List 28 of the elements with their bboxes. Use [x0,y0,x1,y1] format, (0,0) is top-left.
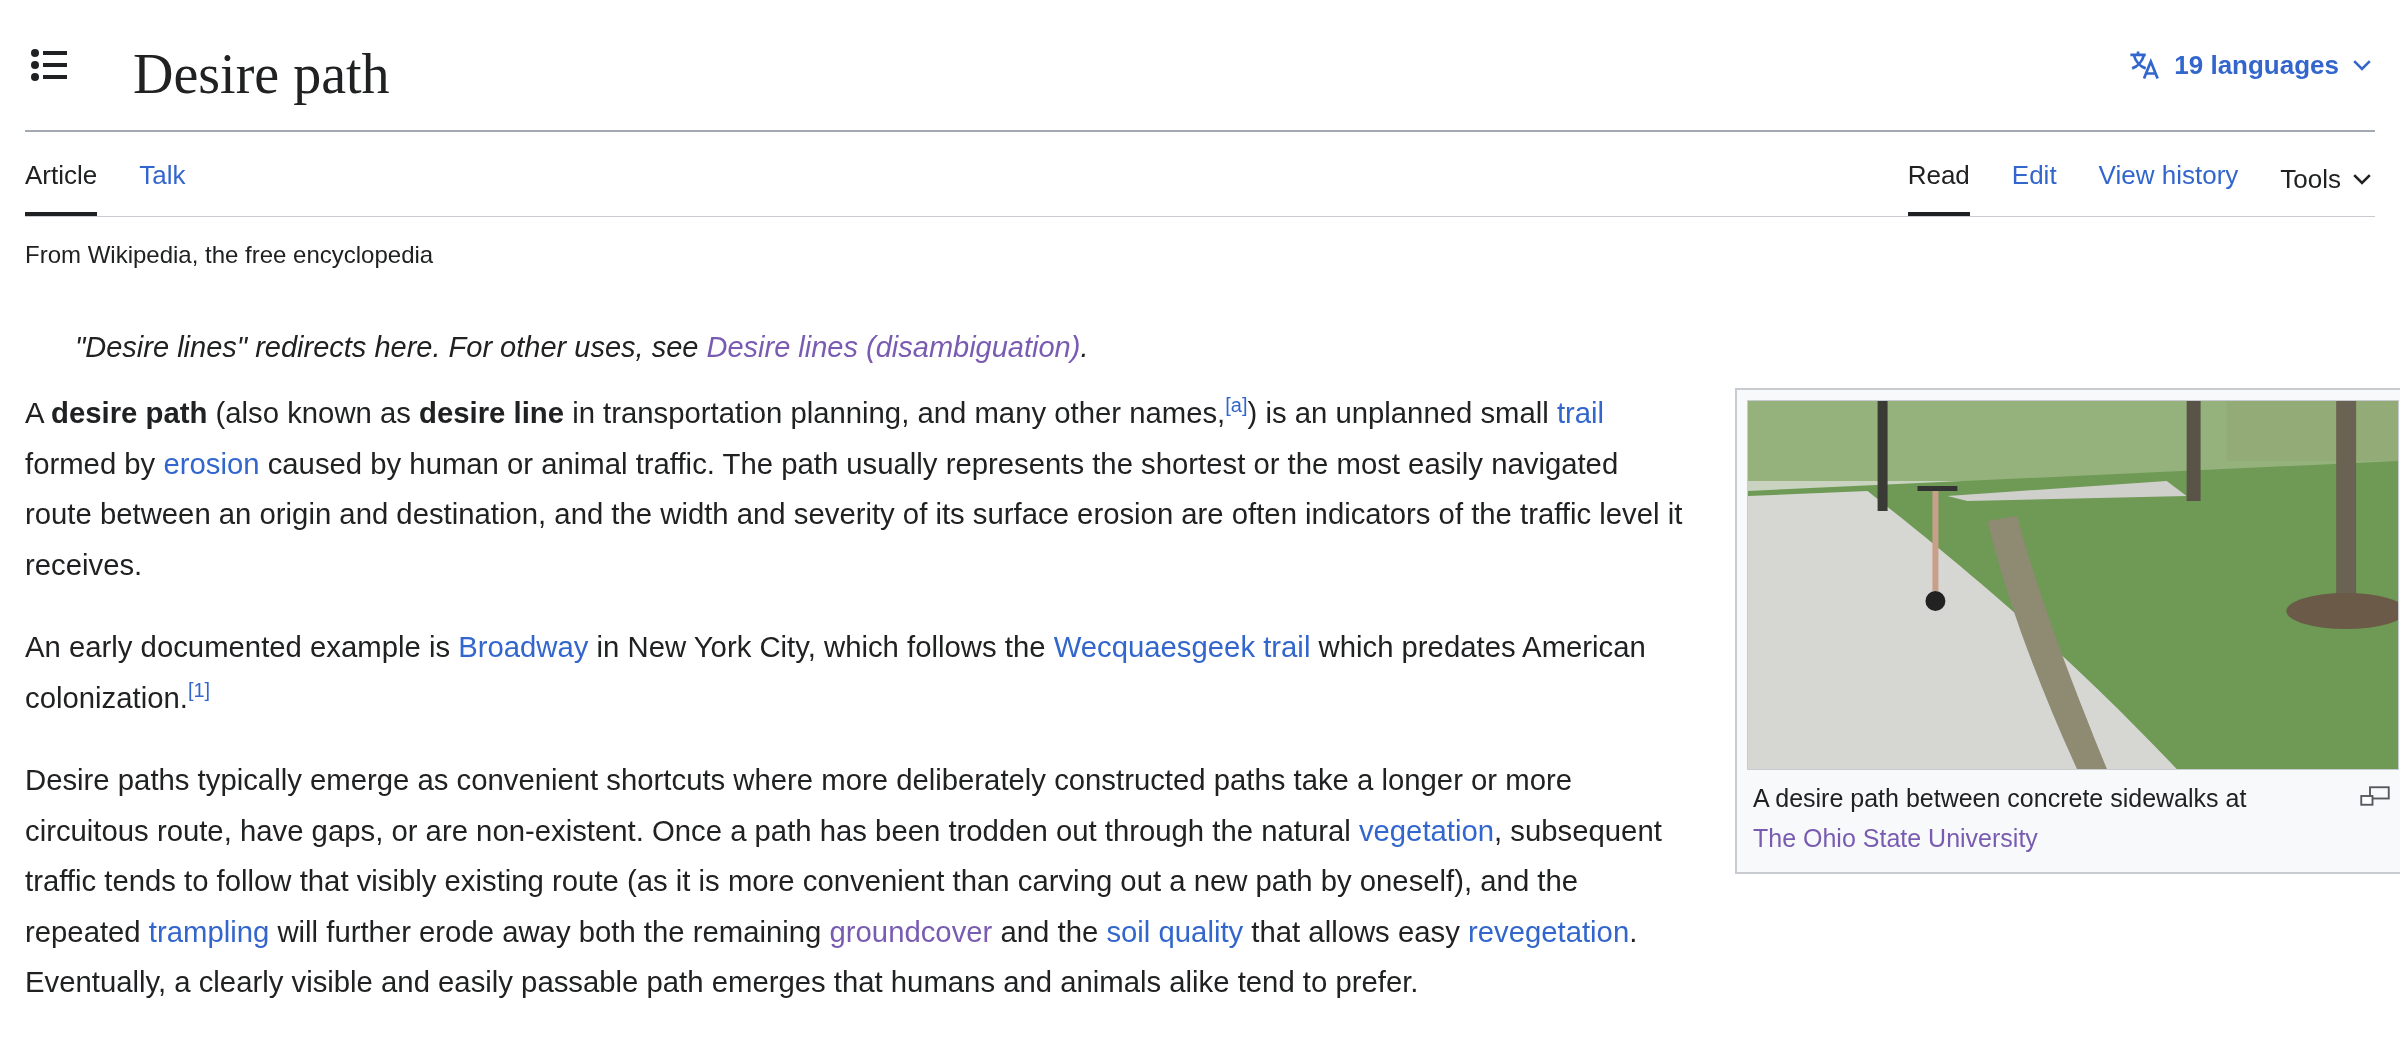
hatnote: "Desire lines" redirects here. For other uses, see Desire lines (disambiguation). [75,331,1090,364]
paragraph: Desire paths typically emerge as convenient shortcuts where more deliberately constructed paths take a longer or more circuitous route, have gaps, or are non-existent. Once a path has been trodden out through the natural vegetation, subsequent traffic tends to follow that visibly existing route (as it is more convenient than carving out a new path by oneself), and the repeated trampling will further erode away both the remaining groundcover and the soil quality that allows easy revegetation. Eventually, a clearly visible and easily passable path emerges that humans and animals alike tend to prefer. [25,762,1663,1000]
link[interactable]: revegetation [1467,914,1630,948]
link[interactable]: Wecquaesgeek trail [1053,630,1311,663]
languages-button[interactable]: 19 languages [2124,48,2375,82]
reference-link[interactable]: [a] [1225,394,1248,417]
tab[interactable]: Talk [139,132,186,216]
link[interactable]: vegetation [1358,813,1495,847]
paragraph: An early documented example is Broadway in New York City, which follows the Wecquaesgeek trail which predates American colonization.$^{[1]}$ [25,629,1647,716]
link[interactable]: groundcover [829,914,993,948]
link[interactable]: trail [1556,396,1605,429]
tab[interactable]: Read [1907,132,1970,216]
link[interactable]: erosion [163,446,260,480]
paragraph: A desire path (also known as desire line in transportation planning, and many other names,$^{[a]}$) is an unplanned small trail formed by erosion caused by human or animal traffic. The path usually represents the shortest or the most easily navigated route between an origin and destination, and the width and severity of its surface erosion are often indicators of the traffic level it receives. [25,393,1684,583]
link[interactable]: The Ohio State University [1753,824,2038,852]
tab[interactable]: View history [2098,132,2239,216]
link[interactable]: trampling [148,914,270,948]
tab[interactable]: Article [25,132,98,216]
caption: A desire path between concrete sidewalks at The Ohio State University [1753,783,2248,854]
link[interactable]: Broadway [458,630,589,663]
link[interactable]: Desire lines (disambiguation) [706,331,1081,363]
page-title: Desire path [133,42,391,106]
tab[interactable]: Edit [2011,132,2057,216]
link[interactable]: soil quality [1106,914,1244,948]
tools-dropdown[interactable]: Tools [2280,132,2375,216]
reference-link[interactable]: [1] [187,678,211,701]
enlarge-icon[interactable] [2360,786,2390,806]
tagline: From Wikipedia, the free encyclopedia [25,241,435,269]
